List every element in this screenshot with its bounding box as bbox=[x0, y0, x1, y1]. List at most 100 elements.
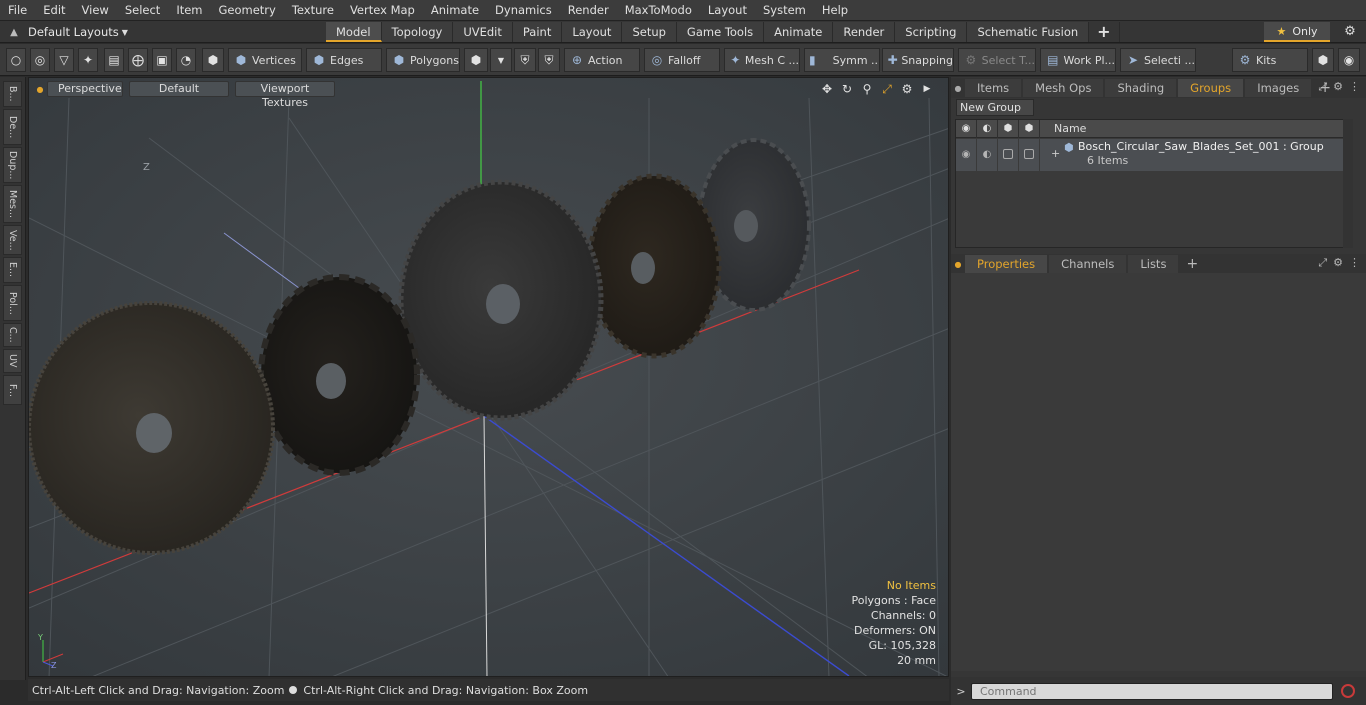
menu-render[interactable]: Render bbox=[560, 0, 617, 21]
menu-help[interactable]: Help bbox=[814, 0, 856, 21]
snapping-button[interactable]: ✚ Snapping bbox=[882, 48, 954, 72]
tab-animate[interactable]: Animate bbox=[764, 22, 834, 42]
row-select-checkbox[interactable] bbox=[1019, 139, 1040, 171]
left-tab-mesh-edit[interactable]: Mes... bbox=[3, 185, 22, 223]
lock-icon[interactable]: ⬢ bbox=[998, 120, 1019, 138]
left-tab-deform[interactable]: De... bbox=[3, 109, 22, 145]
group-row[interactable]: ◉ ◐ + ⬢ Bosch_Circular_Saw_Blades_Set_00… bbox=[956, 139, 1346, 171]
symmetry-button[interactable]: ▮ Symm ... bbox=[804, 48, 880, 72]
vertices-button[interactable]: ⬢ Vertices bbox=[228, 48, 302, 72]
select-through-button[interactable]: ⚙ Select T... bbox=[958, 48, 1036, 72]
frame-button[interactable]: ▣ bbox=[152, 48, 172, 72]
shading-default-button[interactable]: Default bbox=[129, 81, 229, 97]
left-tab-duplicate[interactable]: Dup... bbox=[3, 147, 22, 183]
record-macro-icon[interactable] bbox=[1341, 684, 1355, 698]
mesh-constraint-button[interactable]: ✦ Mesh C ... bbox=[724, 48, 800, 72]
menu-maxtomodo[interactable]: MaxToModo bbox=[617, 0, 700, 21]
props-menu-dot-icon[interactable]: ● bbox=[951, 260, 965, 269]
props-options-icon[interactable]: ⋮ bbox=[1349, 256, 1360, 270]
circle-select-button[interactable]: ○ bbox=[6, 48, 26, 72]
visibility-eye-icon[interactable]: ◉ bbox=[956, 120, 977, 138]
menu-system[interactable]: System bbox=[755, 0, 814, 21]
left-tab-basic[interactable]: B... bbox=[3, 81, 22, 107]
pen-button[interactable]: ▽ bbox=[54, 48, 74, 72]
expand-plus-icon[interactable]: + bbox=[1051, 147, 1060, 160]
polygons-button[interactable]: ⬢ Polygons bbox=[386, 48, 460, 72]
viewport-menu-dot-icon[interactable]: ● bbox=[33, 85, 47, 94]
move-view-icon[interactable]: ✥ bbox=[820, 81, 834, 97]
menu-select[interactable]: Select bbox=[117, 0, 168, 21]
select-icon[interactable]: ⬢ bbox=[1019, 120, 1040, 138]
selection-sets-button[interactable]: ➤ Selecti ... bbox=[1120, 48, 1196, 72]
tab-channels[interactable]: Channels bbox=[1049, 255, 1127, 273]
menu-dynamics[interactable]: Dynamics bbox=[487, 0, 560, 21]
add-props-tab-button[interactable]: + bbox=[1180, 256, 1204, 272]
zoom-view-icon[interactable]: ⚲ bbox=[860, 81, 874, 97]
saw-blade-4[interactable] bbox=[586, 173, 722, 359]
add-tab-button[interactable]: + bbox=[1089, 22, 1120, 42]
shield-check-button[interactable]: ⛨ bbox=[538, 48, 560, 72]
props-expand-icon[interactable]: ⤢ bbox=[1318, 256, 1327, 270]
item-mode-button[interactable]: ⬢ bbox=[202, 48, 224, 72]
viewport-3d[interactable]: Z ● Perspective Default Viewport Texture… bbox=[28, 77, 949, 677]
play-arrow-icon[interactable]: ▶ bbox=[920, 81, 934, 97]
left-tab-curve[interactable]: C... bbox=[3, 323, 22, 347]
tab-properties[interactable]: Properties bbox=[965, 255, 1048, 273]
saw-blade-3[interactable] bbox=[398, 179, 604, 421]
symmetry-shield-button[interactable]: ⛨ bbox=[514, 48, 536, 72]
menu-texture[interactable]: Texture bbox=[284, 0, 342, 21]
work-plane-button[interactable]: ▤ Work Pl... bbox=[1040, 48, 1116, 72]
gear-icon[interactable]: ⚙ bbox=[1338, 22, 1362, 42]
groups-list-scrollbar[interactable] bbox=[1343, 119, 1353, 248]
left-tab-edge[interactable]: E... bbox=[3, 257, 22, 283]
layout-dropdown[interactable]: ▲ Default Layouts ▼ bbox=[0, 21, 128, 43]
kits-button[interactable]: ⚙ Kits bbox=[1232, 48, 1308, 72]
menu-edit[interactable]: Edit bbox=[35, 0, 73, 21]
tab-paint[interactable]: Paint bbox=[512, 22, 563, 42]
tab-schematic-fusion[interactable]: Schematic Fusion bbox=[967, 22, 1090, 42]
action-center-button[interactable]: ⊕ Action bbox=[564, 48, 640, 72]
only-toggle[interactable]: ★ Only bbox=[1264, 22, 1330, 42]
panel-gear-icon[interactable]: ⚙ bbox=[1333, 80, 1343, 94]
new-group-button[interactable]: New Group bbox=[956, 99, 1034, 116]
row-render-icon[interactable]: ◐ bbox=[977, 139, 998, 171]
tab-setup[interactable]: Setup bbox=[622, 22, 677, 42]
tab-mesh-ops[interactable]: Mesh Ops bbox=[1023, 79, 1104, 97]
tab-model[interactable]: Model bbox=[326, 22, 382, 42]
command-input[interactable] bbox=[971, 682, 1333, 700]
left-tab-vertex[interactable]: Ve... bbox=[3, 225, 22, 255]
unreal-button[interactable]: ◉ bbox=[1338, 48, 1360, 72]
tab-items[interactable]: Items bbox=[965, 79, 1022, 97]
tab-images[interactable]: Images bbox=[1245, 79, 1312, 97]
menu-animate[interactable]: Animate bbox=[423, 0, 487, 21]
viewport-gear-icon[interactable]: ⚙ bbox=[900, 81, 914, 97]
tab-scripting[interactable]: Scripting bbox=[895, 22, 968, 42]
tab-render[interactable]: Render bbox=[833, 22, 896, 42]
viewport-scene[interactable]: Z bbox=[29, 78, 949, 677]
perspective-button[interactable]: Perspective bbox=[47, 81, 123, 97]
row-visibility-eye-icon[interactable]: ◉ bbox=[956, 139, 977, 171]
falloff-button[interactable]: ◎ Falloff bbox=[644, 48, 720, 72]
material-button[interactable]: ⬢ bbox=[464, 48, 488, 72]
name-column-header[interactable]: Name bbox=[1054, 120, 1086, 138]
lasso-button[interactable]: ✦ bbox=[78, 48, 98, 72]
edges-button[interactable]: ⬢ Edges bbox=[306, 48, 382, 72]
tab-game-tools[interactable]: Game Tools bbox=[676, 22, 765, 42]
saw-blade-2[interactable] bbox=[258, 274, 420, 476]
tab-layout[interactable]: Layout bbox=[562, 22, 623, 42]
rotate-view-icon[interactable]: ↻ bbox=[840, 81, 854, 97]
menu-geometry[interactable]: Geometry bbox=[211, 0, 284, 21]
home-icon[interactable]: ▲ bbox=[0, 27, 28, 38]
tab-groups[interactable]: Groups bbox=[1178, 79, 1244, 97]
tab-shading[interactable]: Shading bbox=[1105, 79, 1177, 97]
saw-blade-1[interactable] bbox=[29, 301, 275, 555]
menu-file[interactable]: File bbox=[0, 0, 35, 21]
render-icon[interactable]: ◐ bbox=[977, 120, 998, 138]
tab-topology[interactable]: Topology bbox=[381, 22, 454, 42]
panel-options-icon[interactable]: ⋮ bbox=[1349, 80, 1360, 94]
menu-item[interactable]: Item bbox=[168, 0, 210, 21]
unity-button[interactable]: ⬢ bbox=[1312, 48, 1334, 72]
row-lock-checkbox[interactable] bbox=[998, 139, 1019, 171]
pie-button[interactable]: ◔ bbox=[176, 48, 196, 72]
tab-lists[interactable]: Lists bbox=[1128, 255, 1179, 273]
